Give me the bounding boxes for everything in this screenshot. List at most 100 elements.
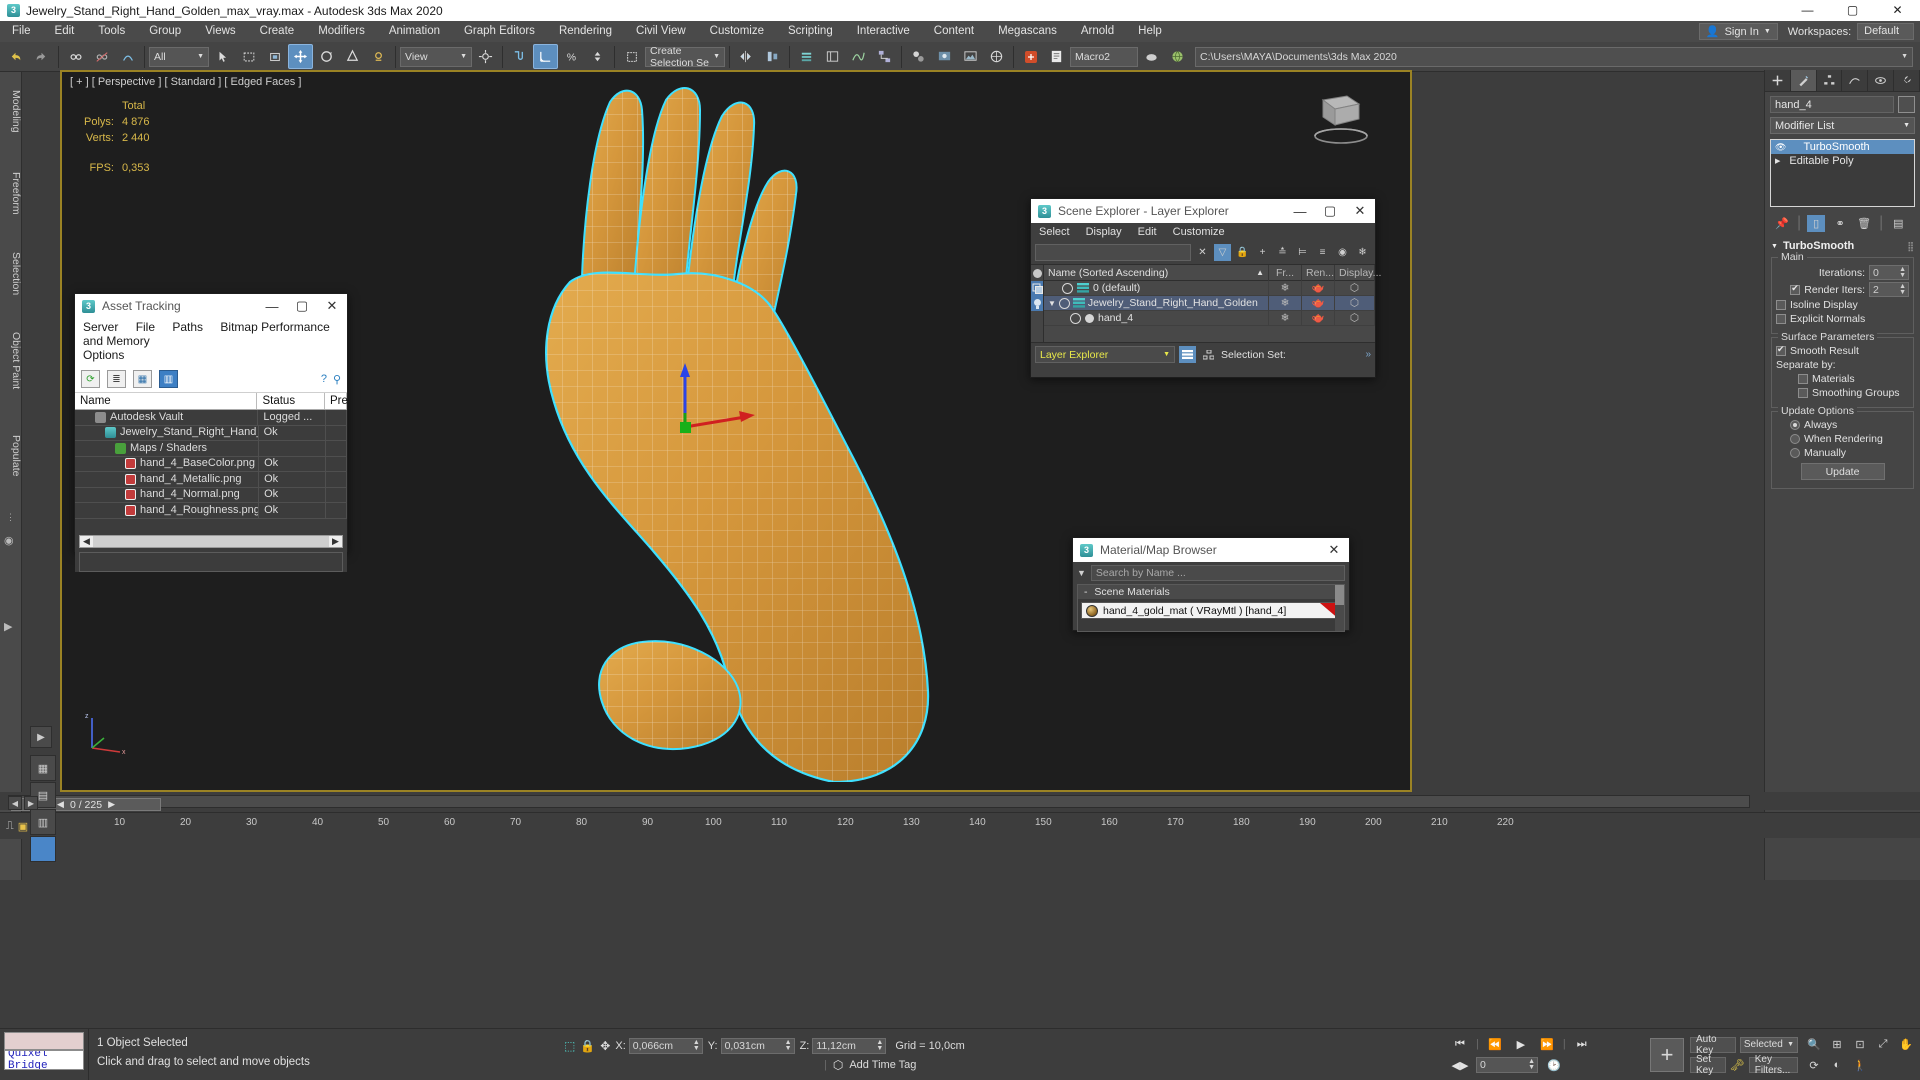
maxscript-input-pane[interactable]: Quixel Bridge bbox=[4, 1050, 84, 1070]
go-to-start-icon[interactable]: ⏮ bbox=[1450, 1036, 1470, 1052]
select-object-icon[interactable] bbox=[210, 44, 235, 69]
collapse-triangle-icon[interactable]: ▼ bbox=[1771, 243, 1778, 250]
set-current-layer-icon[interactable]: ≡ bbox=[1314, 244, 1331, 261]
window-crossing-icon[interactable] bbox=[262, 44, 287, 69]
select-layer-objects-icon[interactable]: ⊨ bbox=[1294, 244, 1311, 261]
key-filters-button[interactable]: Key Filters... bbox=[1748, 1054, 1798, 1076]
expand-triangle-icon[interactable]: ▶ bbox=[1775, 157, 1780, 165]
asset-horizontal-scrollbar[interactable]: ◀ ▶ bbox=[79, 534, 343, 548]
menu-civil-view[interactable]: Civil View bbox=[624, 21, 698, 42]
materials-checkbox[interactable] bbox=[1798, 374, 1808, 384]
spinner-arrows-icon[interactable]: ▲ ▼ bbox=[876, 1039, 883, 1052]
isoline-display-checkbox[interactable] bbox=[1776, 300, 1786, 310]
eye-icon[interactable] bbox=[1070, 312, 1081, 324]
refresh-icon[interactable]: ⟳ bbox=[81, 370, 100, 388]
ribbon-tab-modeling[interactable]: Modeling bbox=[0, 82, 22, 141]
time-slider-track[interactable]: ◀ 0 / 225 ▶ bbox=[8, 795, 1750, 811]
render-setup-icon[interactable] bbox=[932, 44, 957, 69]
scene-row-hand4-object[interactable]: hand_4 ❄ 🫖 ⬡ bbox=[1044, 310, 1375, 326]
maxscript-output-pane[interactable] bbox=[4, 1032, 84, 1050]
update-always-radio[interactable] bbox=[1790, 420, 1800, 430]
close-button[interactable]: ✕ bbox=[1875, 0, 1920, 21]
smoothing-groups-checkbox[interactable] bbox=[1798, 388, 1808, 398]
update-manually-radio[interactable] bbox=[1790, 448, 1800, 458]
help-icon[interactable]: ? bbox=[321, 373, 327, 386]
absolute-relative-mode-icon[interactable]: ✥ bbox=[600, 1039, 610, 1053]
pan-view-icon[interactable]: ✋ bbox=[1896, 1035, 1916, 1053]
spinner-arrows-icon[interactable]: ▲ ▼ bbox=[1528, 1058, 1535, 1071]
asset-col-status[interactable]: Status bbox=[257, 393, 325, 409]
unlink-icon[interactable] bbox=[89, 44, 114, 69]
percent-snap-icon[interactable]: % bbox=[559, 44, 584, 69]
asset-maximize-button[interactable]: ▢ bbox=[287, 298, 317, 314]
current-frame-field[interactable]: 0 ▲ ▼ bbox=[1476, 1057, 1538, 1073]
material-browser-list[interactable]: - Scene Materials hand_4_gold_mat ( VRay… bbox=[1077, 584, 1345, 632]
object-name-field[interactable]: hand_4 bbox=[1770, 96, 1894, 113]
prev-key-icon[interactable]: ◀ bbox=[8, 796, 22, 810]
scroll-thumb[interactable] bbox=[93, 535, 329, 547]
project-path-field[interactable]: C:\Users\MAYA\Documents\3ds Max 2020 ▼ bbox=[1195, 46, 1913, 67]
ribbon-tab-object-paint[interactable]: Object Paint bbox=[0, 324, 22, 397]
pin-stack-icon[interactable]: 📌 bbox=[1773, 215, 1791, 232]
next-frame-icon[interactable]: ▶ bbox=[108, 799, 115, 810]
time-slider[interactable]: ◀ 0 / 225 ▶ bbox=[0, 792, 1920, 811]
select-region-icon[interactable] bbox=[236, 44, 261, 69]
tab-modify[interactable] bbox=[1790, 70, 1817, 91]
scene-menu-select[interactable]: Select bbox=[1039, 226, 1070, 238]
scene-menu-edit[interactable]: Edit bbox=[1138, 226, 1157, 238]
open-mini-curve-editor-icon[interactable]: ⎍ bbox=[6, 820, 14, 833]
scene-row-jewelry-layer[interactable]: ▼ Jewelry_Stand_Right_Hand_Golden ❄ 🫖 ⬡ bbox=[1044, 295, 1375, 311]
smooth-result-checkbox[interactable] bbox=[1776, 344, 1786, 356]
tab-utilities[interactable] bbox=[1894, 70, 1920, 91]
explicit-normals-checkbox[interactable] bbox=[1776, 314, 1786, 324]
scene-search-input[interactable] bbox=[1035, 244, 1191, 261]
menu-content[interactable]: Content bbox=[922, 21, 986, 42]
iterations-spinner[interactable]: 0 ▲ ▼ bbox=[1869, 265, 1909, 280]
coord-x-field[interactable]: 0,066cm ▲ ▼ bbox=[628, 1037, 703, 1054]
spinner-arrows-icon[interactable]: ▲ ▼ bbox=[1899, 283, 1906, 296]
use-pivot-center-icon[interactable] bbox=[473, 44, 498, 69]
frozen-snowflake-icon[interactable]: ❄ bbox=[1269, 280, 1302, 296]
viewport-layout-active-icon[interactable] bbox=[30, 836, 56, 862]
display-box-icon[interactable]: ⬡ bbox=[1335, 310, 1375, 326]
workspace-selector[interactable]: Default bbox=[1857, 23, 1914, 40]
zoom-all-icon[interactable]: ⊞ bbox=[1827, 1035, 1847, 1053]
asset-row-maps[interactable]: Maps / Shaders bbox=[75, 440, 347, 457]
maxscript-mini-listener[interactable]: Quixel Bridge bbox=[0, 1029, 88, 1080]
material-item-gold[interactable]: hand_4_gold_mat ( VRayMtl ) [hand_4] bbox=[1081, 602, 1341, 619]
pin-icon[interactable]: ⚲ bbox=[333, 373, 341, 386]
menu-tools[interactable]: Tools bbox=[86, 21, 137, 42]
modifier-stack[interactable]: 👁 TurboSmooth ▶ Editable Poly bbox=[1770, 139, 1915, 207]
eye-icon[interactable] bbox=[1058, 297, 1070, 309]
asset-minimize-button[interactable]: — bbox=[257, 299, 287, 314]
scroll-right-icon[interactable]: ▶ bbox=[329, 535, 342, 547]
ribbon-tab-populate[interactable]: Populate bbox=[0, 427, 22, 484]
menu-customize[interactable]: Customize bbox=[698, 21, 776, 42]
set-key-mode-icon[interactable]: 🗝 bbox=[1730, 1058, 1745, 1072]
render-iters-spinner[interactable]: 2 ▲ ▼ bbox=[1869, 282, 1909, 297]
sign-in-button[interactable]: 👤 Sign In ▼ bbox=[1698, 23, 1778, 40]
set-key-button[interactable]: Set Key bbox=[1690, 1054, 1726, 1076]
asset-menu-paths[interactable]: Paths bbox=[172, 320, 203, 334]
select-link-icon[interactable] bbox=[63, 44, 88, 69]
track-bar-ruler[interactable]: 10 20 30 40 50 60 70 80 90 100 110 120 1… bbox=[60, 813, 1920, 839]
list-view-icon[interactable]: ≣ bbox=[107, 370, 126, 388]
renderable-teapot-icon[interactable]: 🫖 bbox=[1302, 280, 1335, 296]
selection-filter-dropdown[interactable]: All ▼ bbox=[149, 46, 209, 67]
scene-explorer-dialog[interactable]: 3 Scene Explorer - Layer Explorer — ▢ ✕ … bbox=[1030, 198, 1381, 378]
render-production-icon[interactable] bbox=[984, 44, 1009, 69]
remove-modifier-icon[interactable]: 🗑 bbox=[1855, 215, 1873, 232]
orbit-icon[interactable]: ⟳ bbox=[1804, 1056, 1824, 1074]
material-browser-close-button[interactable]: ✕ bbox=[1319, 542, 1349, 558]
undo-icon[interactable] bbox=[3, 44, 28, 69]
viewport-layout-tab-1-icon[interactable]: ▦ bbox=[30, 755, 56, 781]
snap-toggle-icon[interactable] bbox=[507, 44, 532, 69]
hide-layer-icon[interactable]: ◉ bbox=[1334, 244, 1351, 261]
scene-col-display[interactable]: Display... bbox=[1335, 264, 1381, 281]
track-bar[interactable]: ⎍ ▣ 10 20 30 40 50 60 70 80 90 100 110 1… bbox=[0, 812, 1920, 839]
add-keys-button[interactable]: + bbox=[1650, 1037, 1684, 1072]
minimize-button[interactable]: — bbox=[1785, 0, 1830, 21]
add-time-tag-label[interactable]: Add Time Tag bbox=[849, 1059, 916, 1071]
eye-icon[interactable]: 👁 bbox=[1775, 142, 1786, 153]
transform-gizmo[interactable] bbox=[667, 355, 767, 440]
